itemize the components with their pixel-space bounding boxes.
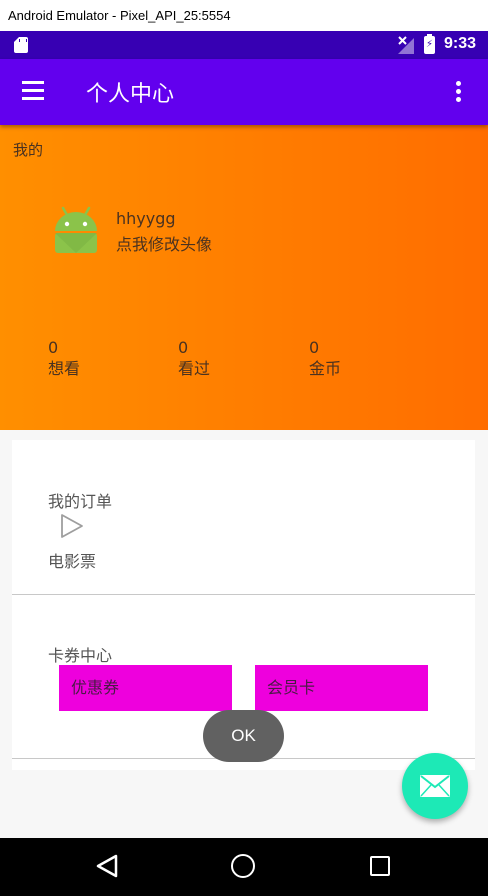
home-icon[interactable]: [231, 854, 255, 878]
username: hhyygg: [116, 209, 176, 228]
back-icon[interactable]: [96, 854, 118, 878]
overflow-menu-icon[interactable]: [456, 81, 464, 103]
stat-coins[interactable]: 0 金币: [309, 338, 341, 380]
android-avatar-icon[interactable]: [52, 205, 100, 255]
stat-value: 0: [178, 338, 189, 357]
status-bar: ⚡ 9:33: [0, 31, 488, 59]
no-signal-icon: [398, 36, 414, 54]
orders-title: 我的订单: [48, 492, 113, 511]
toast-message: OK: [203, 710, 284, 762]
section-title-mine: 我的: [13, 141, 44, 159]
stat-watched[interactable]: 0 看过: [178, 338, 210, 380]
membership-card-button[interactable]: 会员卡: [255, 665, 428, 711]
stat-value: 0: [48, 338, 59, 357]
sd-card-icon: [14, 37, 28, 53]
coupon-button[interactable]: 优惠券: [59, 665, 232, 711]
app-bar: 个人中心: [0, 59, 488, 125]
stat-label: 金币: [309, 359, 342, 378]
stat-label: 想看: [48, 359, 81, 378]
stat-value: 0: [309, 338, 320, 357]
stat-label: 看过: [178, 359, 211, 378]
play-icon[interactable]: [60, 513, 84, 539]
profile-header: 我的 hhyygg 点我修改头像 0 想看 0 看过 0 金币: [0, 125, 488, 430]
page-title: 个人中心: [86, 82, 175, 107]
divider: [12, 594, 475, 595]
edit-avatar-link[interactable]: 点我修改头像: [116, 231, 212, 255]
menu-icon[interactable]: [22, 81, 46, 101]
system-navigation-bar: [0, 838, 488, 896]
movie-ticket-link[interactable]: 电影票: [48, 548, 96, 572]
stat-want-to-watch[interactable]: 0 想看: [48, 338, 80, 380]
recent-apps-icon[interactable]: [370, 856, 390, 876]
mail-fab-button[interactable]: [402, 753, 468, 819]
battery-charging-icon: ⚡: [424, 34, 435, 54]
status-time: 9:33: [444, 35, 477, 52]
cards-center-title: 卡券中心: [48, 646, 113, 665]
mail-icon: [420, 775, 450, 797]
window-title: Android Emulator - Pixel_API_25:5554: [0, 0, 488, 31]
